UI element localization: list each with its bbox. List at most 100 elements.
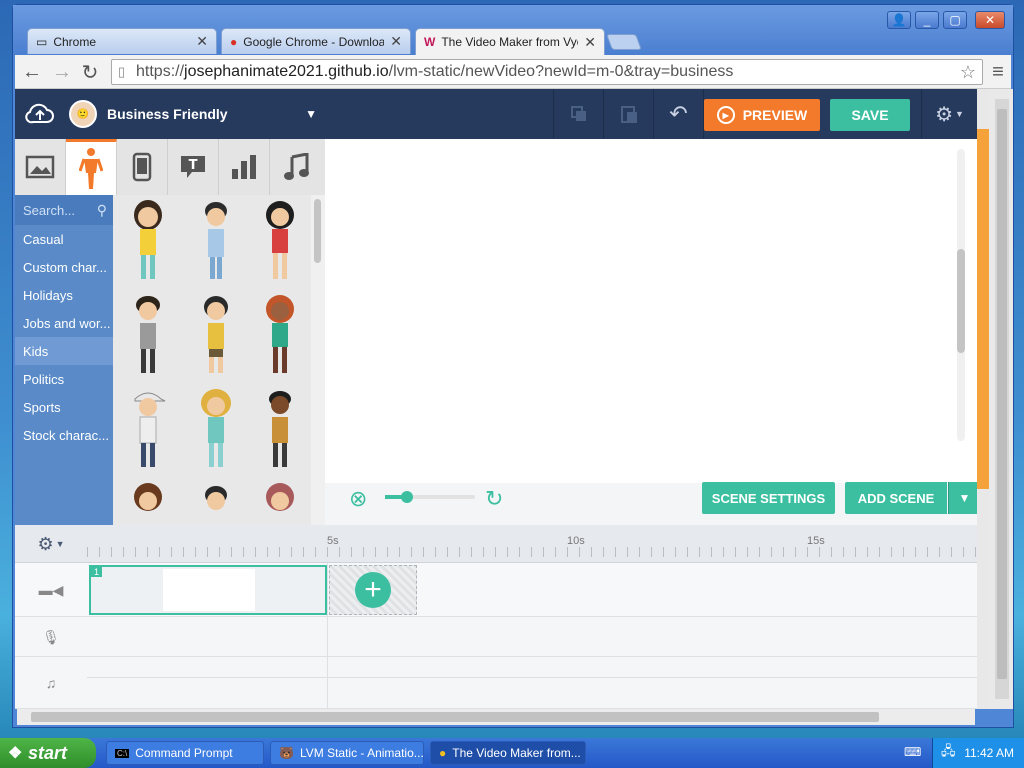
console-icon: C:\ xyxy=(115,748,130,758)
new-tab-button[interactable] xyxy=(606,34,642,50)
chrome-logo-icon: ● xyxy=(230,34,238,49)
character-thumbnail[interactable] xyxy=(125,387,171,471)
scrollbar-thumb[interactable] xyxy=(31,712,879,722)
voice-track: 🎙 xyxy=(15,617,977,657)
maximize-button[interactable]: ▢ xyxy=(943,11,967,29)
tab-props[interactable] xyxy=(117,139,168,195)
close-icon[interactable]: ✕ xyxy=(584,34,596,51)
paste-icon[interactable] xyxy=(603,89,653,139)
settings-menu[interactable]: ⚙ ▼ xyxy=(921,89,977,139)
windows-logo-icon: ❖ xyxy=(8,745,23,762)
close-icon[interactable]: ✕ xyxy=(196,33,208,50)
add-scene-button[interactable]: ADD SCENE xyxy=(845,482,947,514)
tick-label: 5s xyxy=(327,535,339,547)
address-bar[interactable]: ▯ https://josephanimate2021.github.io/lv… xyxy=(111,59,983,85)
tab-chrome[interactable]: ▭ Chrome ✕ xyxy=(27,28,217,54)
phone-prop-icon xyxy=(132,152,152,182)
timeline-settings[interactable]: ⚙ ▼ xyxy=(15,525,87,563)
slider-handle[interactable] xyxy=(401,491,413,503)
character-thumbnail[interactable] xyxy=(257,387,303,471)
tick-label: 15s xyxy=(807,535,825,547)
reset-zoom-icon[interactable]: ↻ xyxy=(485,486,503,512)
category-casual[interactable]: Casual xyxy=(15,225,113,253)
scrollbar-thumb[interactable] xyxy=(314,199,321,263)
cloud-upload-icon[interactable] xyxy=(25,99,55,129)
task-lvm-static[interactable]: 🐻 LVM Static - Animatio... xyxy=(270,741,424,765)
user-icon[interactable]: 👤 xyxy=(887,11,911,29)
tab-characters[interactable] xyxy=(66,139,117,195)
tab-chrome-download[interactable]: ● Google Chrome - Download t ✕ xyxy=(221,28,411,54)
close-icon[interactable]: ✕ xyxy=(390,33,402,50)
keyboard-icon[interactable]: ⌨ xyxy=(904,745,921,759)
character-thumbnail[interactable] xyxy=(193,481,239,525)
minimize-button[interactable]: _ xyxy=(915,11,939,29)
category-holidays[interactable]: Holidays xyxy=(15,281,113,309)
save-button[interactable]: SAVE xyxy=(830,99,910,131)
add-scene-slot[interactable]: + xyxy=(329,565,417,615)
scrollbar-thumb[interactable] xyxy=(957,249,965,353)
tab-charts[interactable] xyxy=(219,139,270,195)
character-thumbnail[interactable] xyxy=(125,199,171,283)
character-thumbnail[interactable] xyxy=(193,387,239,471)
preview-button[interactable]: ▶ PREVIEW xyxy=(704,99,820,131)
tab-audio[interactable] xyxy=(270,139,321,195)
character-thumbnail[interactable] xyxy=(125,481,171,525)
tab-video-maker[interactable]: W The Video Maker from Vyond ✕ xyxy=(415,28,605,55)
close-window-button[interactable]: ✕ xyxy=(975,11,1005,29)
character-thumbnail[interactable] xyxy=(193,293,239,377)
scrollbar-thumb[interactable] xyxy=(997,109,1007,679)
video-track: ▬◀ 1 + xyxy=(15,563,977,617)
character-thumbnail[interactable] xyxy=(125,293,171,377)
character-thumbnail[interactable] xyxy=(257,293,303,377)
tab-text[interactable]: T xyxy=(168,139,219,195)
back-arrow-icon[interactable]: ← xyxy=(21,61,43,83)
category-stock[interactable]: Stock charac... xyxy=(15,421,113,449)
network-icon[interactable]: 🖧 xyxy=(941,742,956,764)
character-thumbnail[interactable] xyxy=(257,199,303,283)
music-note-icon: ♫ xyxy=(45,675,57,691)
search-icon[interactable]: ⚲ xyxy=(97,202,107,219)
scene-canvas[interactable] xyxy=(325,139,977,529)
reload-icon[interactable]: ↻ xyxy=(79,61,101,84)
start-button[interactable]: ❖ start xyxy=(0,738,96,768)
category-politics[interactable]: Politics xyxy=(15,365,113,393)
tab-backgrounds[interactable] xyxy=(15,139,66,195)
gear-icon: ⚙ xyxy=(935,103,953,126)
copy-icon[interactable] xyxy=(553,89,603,139)
menu-icon[interactable]: ≡ xyxy=(987,61,1009,83)
library-scrollbar[interactable] xyxy=(311,195,325,525)
clock[interactable]: 11:42 AM xyxy=(964,746,1014,760)
scene-thumbnail[interactable]: 1 xyxy=(89,565,327,615)
category-kids[interactable]: Kids xyxy=(15,337,113,365)
undo-icon[interactable]: ↶ xyxy=(653,89,703,139)
theme-selector[interactable]: 🙂 Business Friendly ▼ xyxy=(15,89,325,139)
character-thumbnail[interactable] xyxy=(257,481,303,525)
chart-icon xyxy=(232,155,256,179)
character-thumbnail[interactable] xyxy=(193,199,239,283)
play-icon: ▶ xyxy=(716,106,735,124)
add-scene-dropdown[interactable]: ▼ xyxy=(948,482,977,514)
timeline-ruler: ⚙ ▼ 5s 10s 15s xyxy=(15,525,977,563)
category-label: Holidays xyxy=(23,287,73,303)
task-command-prompt[interactable]: C:\ Command Prompt xyxy=(106,741,264,765)
task-video-maker[interactable]: ● The Video Maker from... xyxy=(430,741,586,765)
speech-bubble-icon: T xyxy=(181,156,205,178)
category-sports[interactable]: Sports xyxy=(15,393,113,421)
category-custom[interactable]: Custom char... xyxy=(15,253,113,281)
zoom-slider[interactable] xyxy=(385,491,475,503)
forward-arrow-icon[interactable]: → xyxy=(51,61,73,83)
scene-settings-button[interactable]: SCENE SETTINGS xyxy=(702,482,835,514)
microphone-icon: 🎙 xyxy=(42,628,60,645)
category-label: Kids xyxy=(23,343,49,359)
page-scrollbar[interactable] xyxy=(977,89,1013,709)
page-horizontal-scrollbar[interactable] xyxy=(17,709,975,725)
plus-icon: + xyxy=(355,572,391,608)
bookmark-star-icon[interactable]: ☆ xyxy=(960,62,976,83)
search-input[interactable]: Search... ⚲ xyxy=(15,195,113,225)
scene-number: 1 xyxy=(91,567,103,577)
canvas-scrollbar[interactable] xyxy=(957,149,965,441)
zoom-icon[interactable]: ⊗ xyxy=(349,486,367,512)
category-jobs[interactable]: Jobs and wor... xyxy=(15,309,113,337)
stage-controls: ⊗ ↻ SCENE SETTINGS ADD SCENE ▼ xyxy=(325,482,977,522)
tab-title: Google Chrome - Download t xyxy=(243,34,385,49)
